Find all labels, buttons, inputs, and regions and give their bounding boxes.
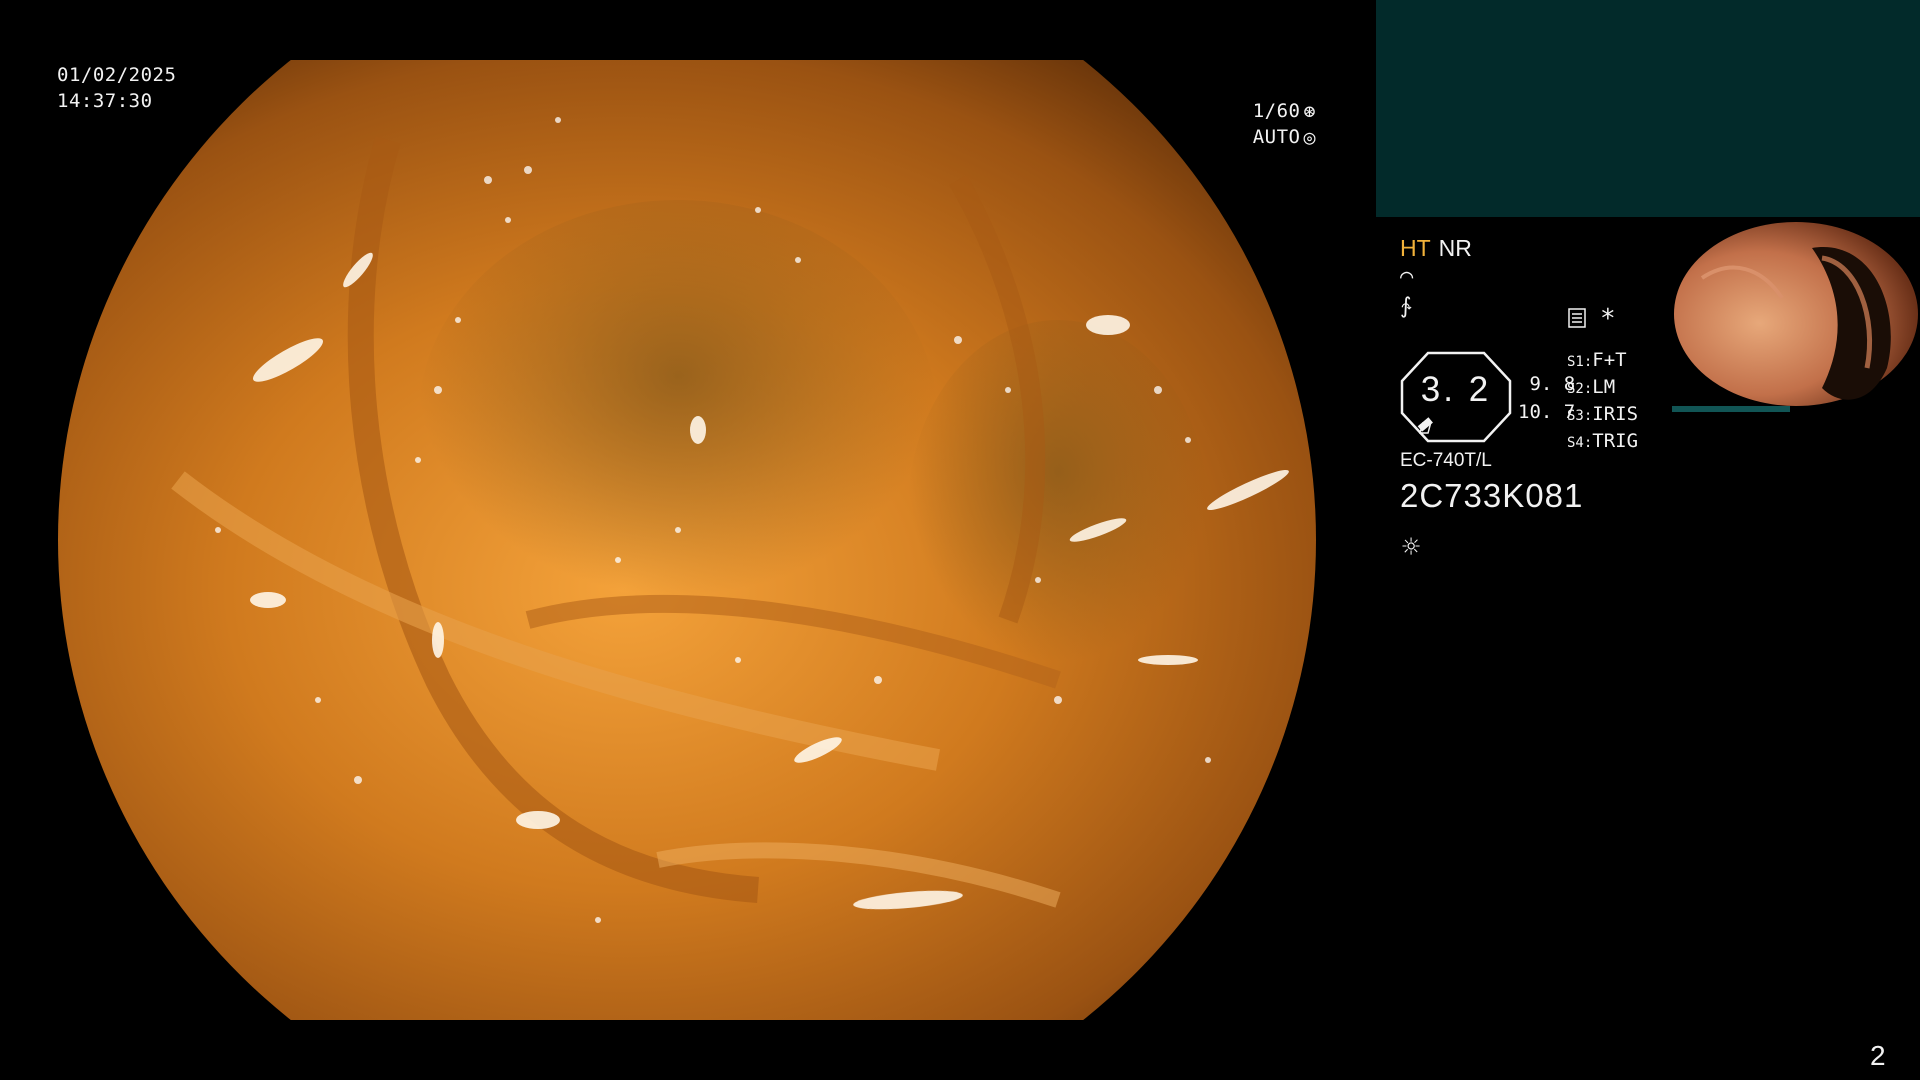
zoom-value: 3. 2 bbox=[1420, 370, 1492, 409]
datetime-readout: 01/02/2025 14:37:30 bbox=[57, 62, 176, 114]
thumbnail-status-bar bbox=[1672, 406, 1790, 412]
ht-mode-label: HT bbox=[1400, 235, 1431, 261]
switch-row: S4:TRIG bbox=[1567, 429, 1638, 456]
light-source-icon: ☼ bbox=[1402, 530, 1421, 565]
page-number: 2 bbox=[1870, 1040, 1886, 1071]
switch-row: S2:LM bbox=[1567, 375, 1638, 402]
scope-switch-list: S1:F+T S2:LM S3:IRIS S4:TRIG bbox=[1567, 348, 1638, 456]
nr-mode-label: NR bbox=[1438, 235, 1472, 261]
scope-model: EC-740T/L bbox=[1400, 450, 1492, 471]
switch-value: LM bbox=[1592, 376, 1616, 398]
image-mode-line: HT NR bbox=[1400, 235, 1660, 262]
shutter-iris-readout: 1/60 ⊛ AUTO ◎ bbox=[1253, 98, 1316, 150]
shutter-speed: 1/60 bbox=[1252, 100, 1301, 122]
date-text: 01/02/2025 bbox=[57, 64, 177, 86]
switch-value: F+T bbox=[1592, 349, 1627, 371]
iris-mode: AUTO bbox=[1252, 126, 1301, 148]
asterisk-marker: * bbox=[1600, 304, 1616, 334]
switch-key: S4: bbox=[1567, 435, 1593, 451]
reference-thumbnail[interactable] bbox=[1672, 218, 1920, 410]
switch-row: S3:IRIS bbox=[1567, 402, 1638, 429]
switch-key: S2: bbox=[1567, 381, 1593, 397]
thumbnail-image bbox=[1674, 222, 1918, 406]
switch-value: TRIG bbox=[1592, 430, 1639, 452]
list-icon bbox=[1568, 308, 1586, 328]
patient-info-panel bbox=[1376, 0, 1920, 217]
endoscope-live-view bbox=[58, 60, 1316, 1020]
scope-serial: 2C733K081 bbox=[1400, 477, 1584, 514]
switch-row: S1:F+T bbox=[1567, 348, 1638, 375]
iris-icon: ◎ bbox=[1303, 125, 1316, 149]
settings-column: HT NR ⌒ ∱ bbox=[1400, 235, 1660, 322]
aperture-icon: ⊛ bbox=[1303, 99, 1316, 123]
switch-key: S3: bbox=[1567, 408, 1593, 424]
time-text: 14:37:30 bbox=[57, 90, 153, 112]
switch-value: IRIS bbox=[1592, 403, 1639, 425]
structure-enhance-icon: ⌒ bbox=[1400, 264, 1414, 289]
endoscope-image bbox=[58, 60, 1316, 1020]
switch-key: S1: bbox=[1567, 354, 1593, 370]
color-enhance-icon: ∱ bbox=[1400, 294, 1412, 319]
